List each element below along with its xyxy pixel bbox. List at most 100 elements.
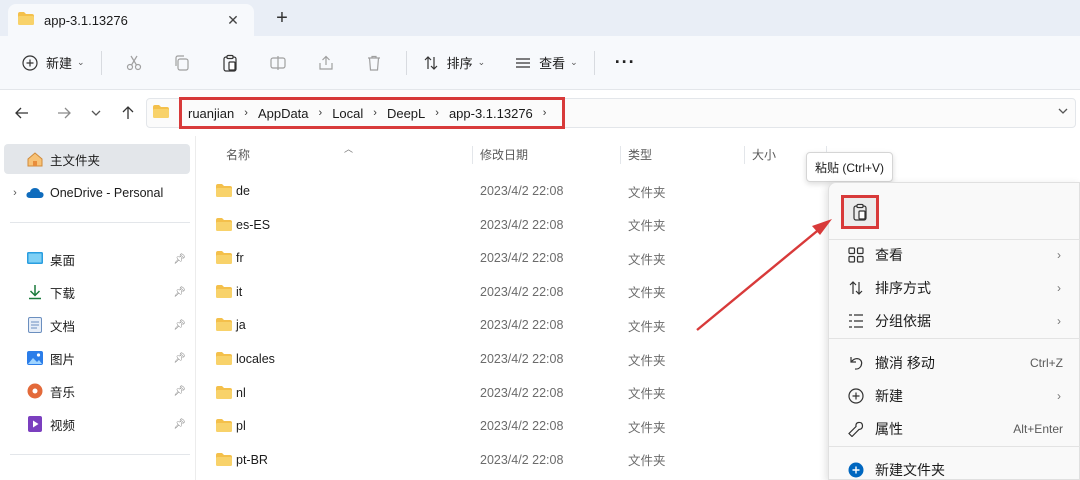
close-icon[interactable]: ✕ xyxy=(222,9,244,31)
chevron-right-icon[interactable]: › xyxy=(319,107,323,119)
breadcrumb-item[interactable]: Local xyxy=(332,106,363,121)
breadcrumb-item[interactable]: DeepL xyxy=(387,106,425,121)
sidebar-item-label: OneDrive - Personal xyxy=(50,186,164,200)
folder-icon xyxy=(216,184,232,200)
file-type: 文件夹 xyxy=(628,252,666,267)
more-options-button[interactable]: ··· xyxy=(603,52,648,73)
sidebar-item-home[interactable]: 主文件夹 xyxy=(4,144,190,174)
column-header-size[interactable]: 大小 xyxy=(752,146,776,166)
column-divider[interactable] xyxy=(620,146,621,164)
breadcrumb-item[interactable]: AppData xyxy=(258,106,309,121)
new-folder-icon xyxy=(847,461,865,479)
menu-item-label: 新建文件夹 xyxy=(875,462,945,478)
menu-item[interactable]: 查看 › xyxy=(829,239,1080,271)
forward-arrow-icon[interactable] xyxy=(48,97,80,129)
sidebar-item-documents[interactable]: 文档 📌︎ xyxy=(4,310,190,340)
cut-icon[interactable] xyxy=(110,46,158,80)
new-tab-button[interactable]: + xyxy=(270,6,294,30)
chevron-down-icon[interactable] xyxy=(1057,105,1069,120)
delete-icon[interactable] xyxy=(350,46,398,80)
rename-icon[interactable] xyxy=(254,46,302,80)
paste-icon[interactable] xyxy=(206,46,254,80)
chevron-right-icon: › xyxy=(1057,281,1061,295)
copy-icon[interactable] xyxy=(158,46,206,80)
address-bar[interactable]: ruanjian › AppData › Local › DeepL › app… xyxy=(146,97,1076,129)
column-divider[interactable] xyxy=(472,146,473,164)
column-header-type[interactable]: 类型 xyxy=(628,146,652,166)
tab-app-folder[interactable]: app-3.1.13276 ✕ xyxy=(8,4,254,36)
table-row[interactable]: de 2023/4/2 22:08 文件夹 xyxy=(210,176,830,206)
table-row[interactable]: locales 2023/4/2 22:08 文件夹 xyxy=(210,344,830,374)
table-row[interactable]: it 2023/4/2 22:08 文件夹 xyxy=(210,277,830,307)
sidebar-item-music[interactable]: 音乐 📌︎ xyxy=(4,376,190,406)
menu-divider xyxy=(829,446,1080,447)
folder-icon xyxy=(216,385,232,402)
share-icon[interactable] xyxy=(302,46,350,80)
menu-item[interactable]: 属性 Alt+Enter xyxy=(829,413,1080,445)
up-arrow-icon[interactable] xyxy=(112,97,144,129)
table-row[interactable]: es-ES 2023/4/2 22:08 文件夹 xyxy=(210,210,830,240)
paste-button[interactable] xyxy=(841,195,879,229)
table-row[interactable]: pt-BR 2023/4/2 22:08 文件夹 xyxy=(210,445,830,475)
pin-icon[interactable]: 📌︎ xyxy=(173,419,186,430)
add-circle-icon xyxy=(847,387,865,405)
pin-icon[interactable]: 📌︎ xyxy=(173,386,186,397)
sidebar-item-label: 视频 xyxy=(50,418,76,433)
chevron-right-icon[interactable]: › xyxy=(373,107,377,119)
folder-icon xyxy=(216,284,232,301)
recent-locations-chevron-icon[interactable] xyxy=(80,97,112,129)
file-name: locales xyxy=(236,352,275,366)
sidebar-item-desktop[interactable]: 桌面 📌︎ xyxy=(4,244,190,274)
chevron-right-icon[interactable]: › xyxy=(244,107,248,119)
sort-button[interactable]: 排序 ⌄ xyxy=(415,46,494,80)
file-name: fr xyxy=(236,251,244,266)
pin-icon[interactable]: 📌︎ xyxy=(173,254,186,265)
folder-icon xyxy=(18,12,34,28)
menu-item[interactable]: 新建文件夹 xyxy=(829,454,1080,480)
pin-icon[interactable]: 📌︎ xyxy=(173,353,186,364)
sidebar-item-pictures[interactable]: 图片 📌︎ xyxy=(4,343,190,373)
add-circle-icon xyxy=(22,54,38,71)
chevron-right-icon[interactable]: › xyxy=(543,107,547,119)
file-type: 文件夹 xyxy=(628,185,666,200)
menu-item[interactable]: 排序方式 › xyxy=(829,272,1080,304)
sidebar-item-downloads[interactable]: 下载 📌︎ xyxy=(4,277,190,307)
column-divider[interactable] xyxy=(744,146,745,164)
chevron-right-icon: › xyxy=(1057,248,1061,262)
new-button[interactable]: 新建 ⌄ xyxy=(14,46,93,80)
tab-title: app-3.1.13276 xyxy=(44,12,128,28)
menu-item[interactable]: 分组依据 › xyxy=(829,305,1080,337)
chevron-right-icon[interactable]: › xyxy=(435,107,439,119)
table-row[interactable]: nl 2023/4/2 22:08 文件夹 xyxy=(210,378,830,408)
menu-item[interactable]: 撤消 移动 Ctrl+Z xyxy=(829,347,1080,379)
column-header-name[interactable]: 名称 xyxy=(226,146,250,166)
file-type: 文件夹 xyxy=(628,353,666,368)
cloud-icon xyxy=(26,185,44,201)
file-type: 文件夹 xyxy=(628,454,666,469)
view-button[interactable]: 查看 ⌄ xyxy=(507,46,586,80)
menu-item-label: 属性 xyxy=(875,421,903,437)
table-row[interactable]: pl 2023/4/2 22:08 文件夹 xyxy=(210,411,830,441)
file-date: 2023/4/2 22:08 xyxy=(480,419,564,434)
breadcrumb-item[interactable]: app-3.1.13276 xyxy=(449,106,533,121)
chevron-right-icon[interactable]: › xyxy=(4,187,26,199)
table-row[interactable]: fr 2023/4/2 22:08 文件夹 xyxy=(210,243,830,273)
table-row[interactable]: ja 2023/4/2 22:08 文件夹 xyxy=(210,310,830,340)
sidebar-item-onedrive[interactable]: › OneDrive - Personal xyxy=(4,178,190,208)
file-date: 2023/4/2 22:08 xyxy=(480,452,564,467)
menu-item[interactable]: 新建 › xyxy=(829,380,1080,412)
pin-icon[interactable]: 📌︎ xyxy=(173,320,186,331)
grid-view-icon xyxy=(847,246,865,264)
file-type: 文件夹 xyxy=(628,286,666,301)
toolbar-divider xyxy=(100,50,102,75)
column-header-date[interactable]: 修改日期 xyxy=(480,146,528,166)
sidebar-item-videos[interactable]: 视频 📌︎ xyxy=(4,409,190,439)
back-arrow-icon[interactable] xyxy=(6,97,38,129)
sidebar-divider xyxy=(10,222,190,223)
sort-button-label: 排序 xyxy=(446,56,473,71)
file-date: 2023/4/2 22:08 xyxy=(480,284,564,299)
pin-icon[interactable]: 📌︎ xyxy=(173,287,186,298)
breadcrumb-item[interactable]: ruanjian xyxy=(188,106,234,121)
paste-tooltip: 粘贴 (Ctrl+V) xyxy=(806,152,894,182)
sidebar-item-label: 音乐 xyxy=(50,385,76,400)
